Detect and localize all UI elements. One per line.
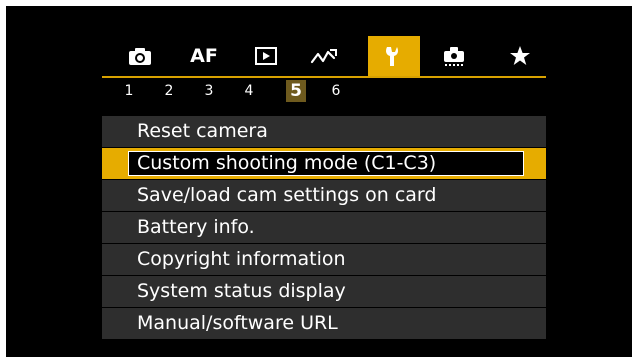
tab-playback[interactable]: [240, 36, 292, 76]
menu-item-custom-shooting-mode[interactable]: Custom shooting mode (C1-C3): [102, 148, 546, 179]
page-5-active[interactable]: 5: [286, 80, 306, 102]
menu-item-label: Save/load cam settings on card: [137, 184, 437, 206]
tab-af[interactable]: AF: [178, 36, 230, 76]
menu-item-label: System status display: [137, 280, 346, 302]
page-2[interactable]: 2: [159, 80, 179, 102]
wireless-icon: [310, 49, 337, 64]
page-1[interactable]: 1: [119, 80, 139, 102]
menu-item-system-status[interactable]: System status display: [102, 276, 546, 307]
menu-item-label: Battery info.: [137, 216, 255, 238]
af-icon: AF: [190, 45, 218, 67]
star-icon: [510, 46, 530, 65]
menu-item-label: Copyright information: [137, 248, 346, 270]
menu-item-label: Manual/software URL: [137, 312, 338, 334]
menu-item-manual-url[interactable]: Manual/software URL: [102, 308, 546, 339]
page-3[interactable]: 3: [199, 80, 219, 102]
menu-tab-bar: AF: [102, 36, 546, 78]
wrench-icon: [386, 47, 398, 66]
tab-wireless[interactable]: [298, 36, 350, 76]
custom-functions-icon: [444, 47, 464, 66]
tab-my-menu[interactable]: [494, 36, 546, 76]
menu-item-label: Reset camera: [137, 120, 268, 142]
menu-item-reset-camera[interactable]: Reset camera: [102, 116, 546, 147]
page-indicator: 1 2 3 4 5 6: [102, 78, 546, 104]
menu-item-label: Custom shooting mode (C1-C3): [137, 152, 437, 174]
tab-shooting[interactable]: [114, 36, 166, 76]
page-6[interactable]: 6: [326, 80, 346, 102]
playback-icon: [255, 47, 277, 65]
menu-item-battery-info[interactable]: Battery info.: [102, 212, 546, 243]
menu-item-copyright-info[interactable]: Copyright information: [102, 244, 546, 275]
tab-custom-functions[interactable]: [428, 36, 480, 76]
camera-icon: [129, 48, 151, 65]
page-4[interactable]: 4: [239, 80, 259, 102]
tab-setup[interactable]: [368, 36, 420, 76]
menu-item-save-load-settings[interactable]: Save/load cam settings on card: [102, 180, 546, 211]
camera-screen: AF 1 2 3 4 5 6 Reset camera Custom shoot…: [6, 6, 632, 357]
